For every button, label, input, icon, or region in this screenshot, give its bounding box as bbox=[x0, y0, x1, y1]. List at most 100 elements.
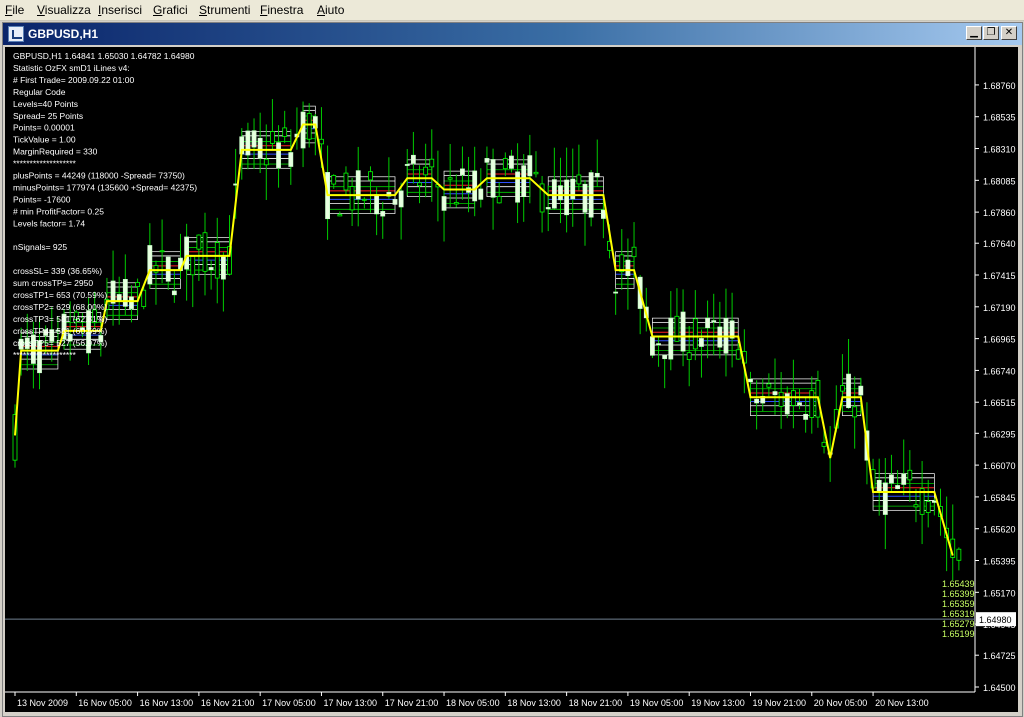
candle-body bbox=[380, 211, 386, 217]
info-line: crossTP3= 581 (62.81%) bbox=[13, 314, 107, 324]
window-titlebar[interactable]: GBPUSD,H1 ▁ ❐ ✕ bbox=[3, 23, 1022, 45]
menu-file[interactable]: File bbox=[5, 3, 24, 17]
candle-body bbox=[680, 311, 686, 352]
y-tick-label: 1.64500 bbox=[983, 683, 1016, 693]
candle-body bbox=[171, 290, 177, 296]
candle-body bbox=[846, 373, 851, 409]
y-tick-label: 1.68085 bbox=[983, 176, 1016, 186]
menu-visualizza[interactable]: Visualizza bbox=[37, 3, 91, 17]
y-tick-label: 1.66740 bbox=[983, 366, 1016, 376]
info-line: Points= -17600 bbox=[13, 194, 71, 204]
level-label: 1.65319 bbox=[942, 609, 975, 619]
candle-body bbox=[852, 406, 858, 418]
candle-body bbox=[772, 391, 778, 396]
candle-body bbox=[564, 179, 570, 216]
candle-body bbox=[882, 482, 888, 515]
candle-body bbox=[153, 265, 159, 273]
menu-aiuto[interactable]: Aiuto bbox=[317, 3, 344, 17]
candle-body bbox=[600, 209, 606, 219]
candle-body bbox=[263, 158, 269, 166]
candle-body bbox=[220, 255, 226, 280]
candle-body bbox=[135, 282, 140, 287]
info-line: Levels=40 Points bbox=[13, 99, 78, 109]
candle-body bbox=[686, 352, 692, 360]
y-tick-label: 1.64725 bbox=[983, 651, 1016, 661]
y-tick-label: 1.66070 bbox=[983, 461, 1016, 471]
candle-body bbox=[803, 413, 809, 420]
menu-finestra[interactable]: Finestra bbox=[260, 3, 303, 17]
candle-body bbox=[594, 172, 600, 178]
candle-body bbox=[190, 256, 196, 276]
chart-background bbox=[5, 47, 1018, 712]
candle-body bbox=[343, 172, 349, 191]
chart-area[interactable]: 1.68760 1.68535 1.68310 1.68085 1.67860 1.676… bbox=[5, 47, 1018, 712]
candle-body bbox=[551, 179, 557, 209]
candle-body bbox=[122, 279, 128, 307]
candle-body bbox=[907, 469, 913, 481]
x-tick-label: 17 Nov 13:00 bbox=[323, 698, 377, 708]
candle-body bbox=[484, 158, 490, 163]
x-tick-label: 17 Nov 05:00 bbox=[262, 698, 316, 708]
candle-body bbox=[202, 232, 208, 272]
candle-body bbox=[245, 130, 251, 156]
candle-body bbox=[515, 171, 520, 203]
price-chart[interactable]: 1.68760 1.68535 1.68310 1.68085 1.67860 1.676… bbox=[5, 47, 1018, 712]
candle-body bbox=[368, 171, 373, 181]
info-line: Levels factor= 1.74 bbox=[13, 218, 85, 228]
candle-body bbox=[270, 131, 275, 144]
price-tag: 1.64980 bbox=[979, 615, 1012, 625]
info-line: crossTP1= 653 (70.59%) bbox=[13, 290, 107, 300]
candle-body bbox=[692, 318, 698, 350]
candle-body bbox=[748, 378, 753, 383]
candle-body bbox=[650, 336, 655, 356]
candle-body bbox=[527, 155, 533, 177]
candle-body bbox=[276, 142, 281, 169]
candle-body bbox=[668, 317, 674, 360]
candle-body bbox=[306, 113, 312, 140]
restore-button[interactable]: ❐ bbox=[983, 26, 999, 40]
candle-body bbox=[901, 473, 907, 485]
x-tick-label: 13 Nov 2009 bbox=[17, 698, 68, 708]
candle-body bbox=[472, 170, 478, 202]
candle-body bbox=[754, 398, 760, 404]
candle-body bbox=[374, 194, 380, 215]
y-tick-label: 1.68760 bbox=[983, 81, 1016, 91]
y-tick-label: 1.65170 bbox=[983, 588, 1016, 598]
candle-body bbox=[809, 390, 815, 418]
candle-body bbox=[876, 479, 882, 492]
y-tick-label: 1.67415 bbox=[983, 271, 1016, 281]
candle-body bbox=[453, 202, 459, 205]
candle-body bbox=[766, 383, 772, 388]
y-tick-label: 1.67860 bbox=[983, 208, 1016, 218]
candle-body bbox=[300, 111, 306, 149]
menu-strumenti[interactable]: Strumenti bbox=[199, 3, 250, 17]
candle-body bbox=[533, 171, 539, 175]
info-line: minusPoints= 177974 (135600 +Spread= 423… bbox=[13, 182, 197, 192]
candle-body bbox=[251, 130, 257, 148]
menu-grafici[interactable]: Grafici bbox=[153, 3, 188, 17]
candle-body bbox=[410, 154, 416, 164]
info-line: # First Trade= 2009.09.22 01:00 bbox=[13, 75, 134, 85]
candle-body bbox=[129, 296, 134, 309]
menu-bar: File Visualizza Inserisci Grafici Strumenti F… bbox=[0, 0, 1024, 21]
info-line: MarginRequired = 330 bbox=[13, 147, 98, 157]
candle-body bbox=[913, 504, 919, 508]
candle-body bbox=[956, 548, 962, 561]
y-tick-label: 1.65395 bbox=[983, 557, 1016, 567]
x-tick-label: 19 Nov 21:00 bbox=[752, 698, 806, 708]
candle-body bbox=[288, 152, 294, 167]
candle-body bbox=[656, 343, 661, 346]
info-line: nSignals= 925 bbox=[13, 242, 67, 252]
info-line: # min ProfitFactor= 0.25 bbox=[13, 206, 104, 216]
y-tick-label: 1.66515 bbox=[983, 398, 1016, 408]
candle-body bbox=[196, 234, 202, 250]
menu-inserisci[interactable]: Inserisci bbox=[98, 3, 142, 17]
y-tick-label: 1.66295 bbox=[983, 429, 1016, 439]
info-line: GBPUSD,H1 1.64841 1.65030 1.64782 1.6498… bbox=[13, 51, 195, 61]
info-line: Points= 0.00001 bbox=[13, 123, 75, 133]
y-tick-label: 1.67190 bbox=[983, 303, 1016, 313]
candle-body bbox=[447, 177, 453, 180]
minimize-button[interactable]: ▁ bbox=[966, 26, 982, 40]
candle-body bbox=[441, 196, 447, 211]
close-button[interactable]: ✕ bbox=[1001, 26, 1017, 40]
